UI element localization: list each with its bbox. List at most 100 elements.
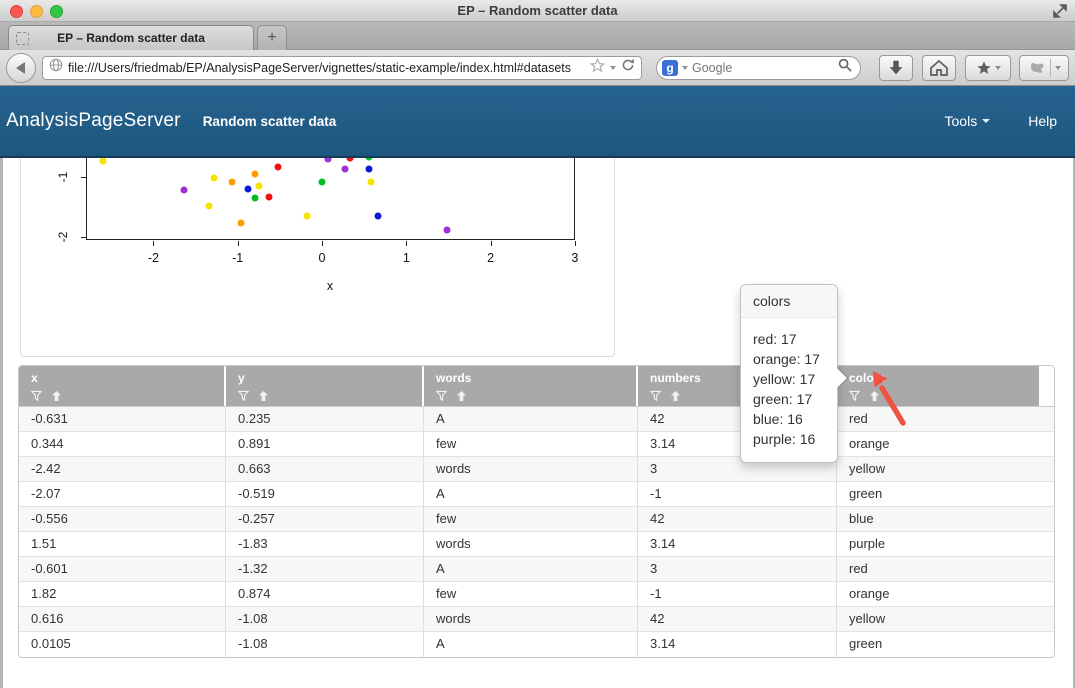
table-cell: blue — [837, 507, 1041, 531]
sort-icon[interactable] — [456, 389, 467, 407]
brand-title[interactable]: AnalysisPageServer — [6, 110, 181, 132]
table-cell: 0.663 — [226, 457, 424, 481]
x-tick-label: 1 — [403, 251, 410, 265]
table-cell: yellow — [837, 607, 1041, 631]
close-window-button[interactable] — [10, 5, 23, 18]
addon-split-button[interactable] — [1019, 55, 1069, 81]
scatter-point-purple[interactable] — [180, 187, 187, 194]
table-row[interactable]: 0.0105-1.08A3.14green — [19, 632, 1054, 657]
scatter-point-purple[interactable] — [341, 166, 348, 173]
popover-count-line: blue: 16 — [753, 409, 825, 429]
scatter-point-orange[interactable] — [252, 171, 259, 178]
scatter-point-orange[interactable] — [228, 178, 235, 185]
table-cell: few — [424, 582, 638, 606]
filter-icon[interactable] — [31, 389, 42, 407]
scatter-point-red[interactable] — [275, 163, 282, 170]
x-tick-mark — [491, 241, 492, 246]
x-tick-label: 2 — [487, 251, 494, 265]
help-link[interactable]: Help — [1028, 113, 1057, 129]
scatter-point-yellow[interactable] — [367, 178, 374, 185]
sort-icon[interactable] — [51, 389, 62, 407]
google-engine-icon[interactable]: g — [662, 60, 678, 76]
scatter-point-yellow[interactable] — [206, 202, 213, 209]
table-cell: 3 — [638, 557, 837, 581]
search-engine-dropdown-icon[interactable] — [682, 66, 688, 70]
scatter-point-blue[interactable] — [244, 186, 251, 193]
new-tab-button[interactable]: + — [257, 25, 287, 50]
url-dropdown-icon[interactable] — [610, 66, 616, 70]
tools-caret-icon — [982, 119, 990, 123]
column-header-words[interactable]: words — [424, 366, 638, 406]
x-tick-mark — [153, 241, 154, 246]
browser-window: EP – Random scatter data EP – Random sca… — [0, 0, 1075, 688]
scatter-point-blue[interactable] — [374, 213, 381, 220]
browser-toolbar: g — [0, 50, 1075, 86]
url-input[interactable] — [68, 61, 585, 75]
table-cell: green — [837, 632, 1041, 657]
column-header-icons — [31, 389, 224, 407]
x-tick-label: -2 — [148, 251, 159, 265]
scatter-point-yellow[interactable] — [255, 183, 262, 190]
table-row[interactable]: 0.3440.891few3.14orange — [19, 432, 1054, 457]
scatter-point-red[interactable] — [265, 193, 272, 200]
bookmarks-menu-button[interactable] — [965, 55, 1011, 81]
table-row[interactable]: 1.820.874few-1orange — [19, 582, 1054, 607]
scatter-point-green[interactable] — [319, 178, 326, 185]
filter-icon[interactable] — [436, 389, 447, 407]
scatter-point-orange[interactable] — [238, 220, 245, 227]
column-header-icons — [238, 389, 422, 407]
table-cell: 0.874 — [226, 582, 424, 606]
popover-body: red: 17orange: 17yellow: 17green: 17blue… — [741, 318, 837, 462]
sort-icon[interactable] — [670, 389, 681, 407]
table-cell: words — [424, 607, 638, 631]
address-bar[interactable] — [42, 56, 642, 80]
sort-icon[interactable] — [258, 389, 269, 407]
traffic-lights — [10, 5, 63, 18]
plot-axis-box — [86, 158, 575, 240]
fullscreen-icon[interactable] — [1053, 4, 1067, 23]
table-row[interactable]: 0.616-1.08words42yellow — [19, 607, 1054, 632]
x-tick-label: -1 — [232, 251, 243, 265]
nav-page-title[interactable]: Random scatter data — [203, 114, 337, 129]
table-cell: A — [424, 557, 638, 581]
scatter-point-blue[interactable] — [366, 166, 373, 173]
table-row[interactable]: -2.420.663words3yellow — [19, 457, 1054, 482]
column-header-label: words — [436, 371, 636, 385]
y-tick-label: -1 — [56, 172, 70, 183]
home-button[interactable] — [922, 55, 956, 81]
scatter-point-yellow[interactable] — [303, 213, 310, 220]
table-cell: orange — [837, 582, 1041, 606]
filter-icon[interactable] — [238, 389, 249, 407]
filter-icon[interactable] — [650, 389, 661, 407]
tools-label: Tools — [945, 113, 978, 129]
bookmarks-star-icon — [976, 60, 992, 76]
search-bar[interactable]: g — [656, 56, 861, 80]
tools-menu[interactable]: Tools — [945, 113, 991, 129]
table-row[interactable]: 1.51-1.83words3.14purple — [19, 532, 1054, 557]
reload-icon[interactable] — [621, 58, 635, 77]
search-input[interactable] — [692, 61, 834, 75]
table-cell: -1.08 — [226, 632, 424, 657]
addon-dropdown-icon[interactable] — [1055, 66, 1061, 70]
minimize-window-button[interactable] — [30, 5, 43, 18]
table-cell: -0.601 — [19, 557, 226, 581]
scatter-plot[interactable]: x -2-10123-1-2 — [21, 158, 614, 356]
scatter-point-green[interactable] — [252, 195, 259, 202]
table-row[interactable]: -0.601-1.32A3red — [19, 557, 1054, 582]
tab-ep-random-scatter-data[interactable]: EP – Random scatter data — [8, 25, 254, 50]
table-row[interactable]: -0.556-0.257few42blue — [19, 507, 1054, 532]
downloads-button[interactable] — [879, 55, 913, 81]
column-header-x[interactable]: x — [19, 366, 226, 406]
scatter-point-yellow[interactable] — [211, 175, 218, 182]
table-row[interactable]: -2.07-0.519A-1green — [19, 482, 1054, 507]
home-icon — [929, 59, 949, 77]
table-cell: few — [424, 507, 638, 531]
scatter-point-purple[interactable] — [443, 226, 450, 233]
table-cell: 3.14 — [638, 632, 837, 657]
column-header-y[interactable]: y — [226, 366, 424, 406]
table-cell: few — [424, 432, 638, 456]
zoom-window-button[interactable] — [50, 5, 63, 18]
bookmark-star-icon[interactable] — [590, 58, 605, 78]
table-cell: -2.07 — [19, 482, 226, 506]
back-button[interactable] — [6, 53, 36, 83]
